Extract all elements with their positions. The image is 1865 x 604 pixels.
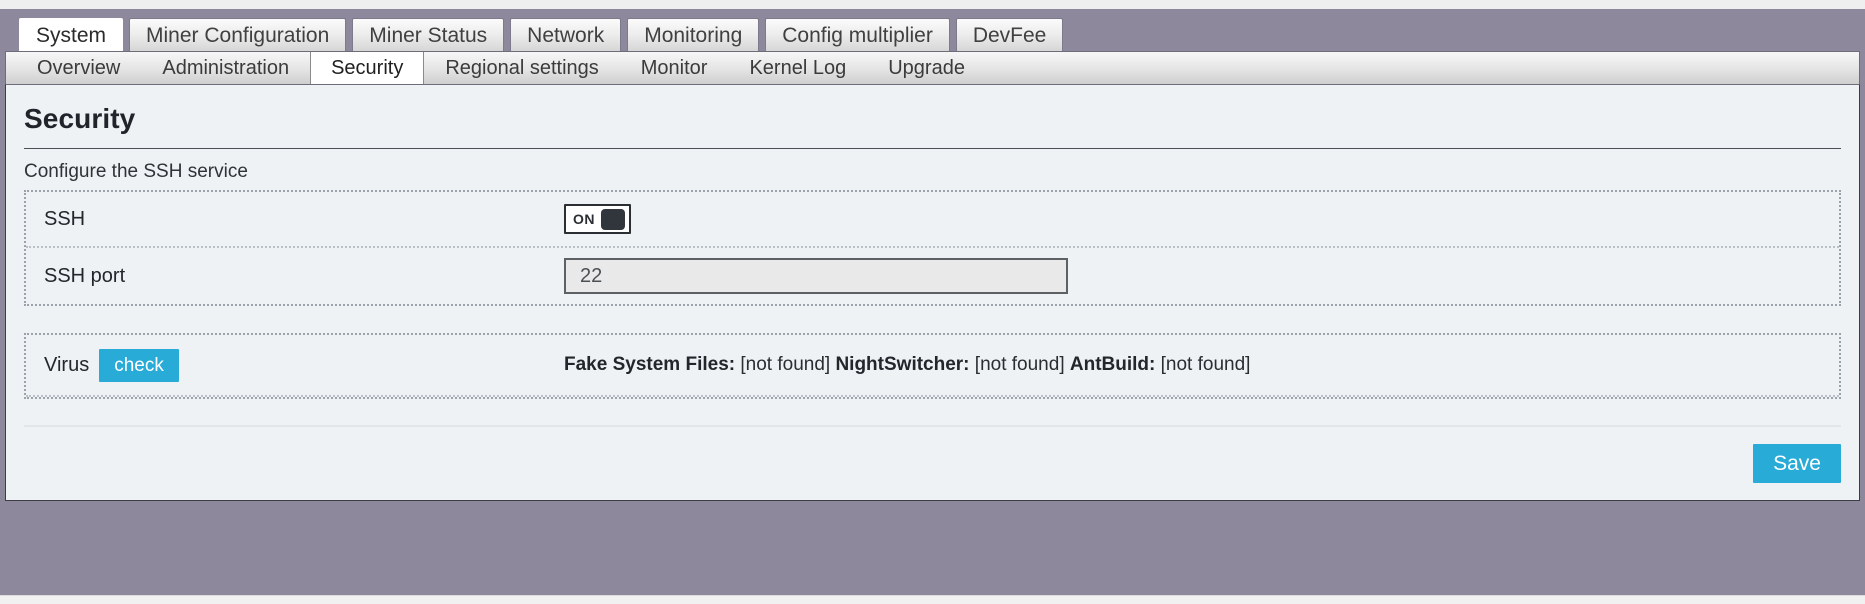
sub-tab-overview[interactable]: Overview: [16, 52, 141, 84]
virus-status-text: Fake System Files: [not found] NightSwit…: [564, 354, 1250, 376]
app-bottom-strip: [0, 501, 1865, 529]
sub-tab-monitor[interactable]: Monitor: [620, 52, 729, 84]
save-button[interactable]: Save: [1753, 444, 1841, 483]
sub-tab-bar: Overview Administration Security Regiona…: [5, 51, 1860, 84]
main-tab-miner-configuration[interactable]: Miner Configuration: [129, 18, 347, 51]
main-tab-miner-status[interactable]: Miner Status: [352, 18, 505, 51]
main-tab-config-multiplier[interactable]: Config multiplier: [765, 18, 950, 51]
sub-tab-administration[interactable]: Administration: [141, 52, 310, 84]
ssh-settings-fieldset: SSH ON SSH port: [24, 190, 1841, 306]
virus-control-group: Virus check: [44, 348, 564, 382]
sub-tab-kernel-log[interactable]: Kernel Log: [728, 52, 867, 84]
ssh-port-row: SSH port: [26, 248, 1839, 304]
sub-tab-security[interactable]: Security: [310, 52, 425, 84]
main-tab-devfee[interactable]: DevFee: [955, 18, 1064, 51]
footer-actions: Save: [24, 427, 1841, 483]
page-title: Security: [24, 103, 136, 134]
main-tab-system[interactable]: System: [19, 18, 124, 51]
main-tab-bar: System Miner Configuration Miner Status …: [0, 9, 1865, 51]
virus-result-value-1: [not found]: [974, 354, 1065, 375]
app-chrome: System Miner Configuration Miner Status …: [0, 9, 1865, 595]
virus-result-value-0: [not found]: [740, 354, 831, 375]
content-inner: Security Configure the SSH service SSH O…: [6, 103, 1859, 483]
sub-tab-regional-settings[interactable]: Regional settings: [424, 52, 619, 84]
ssh-toggle-state-label: ON: [573, 211, 595, 227]
ssh-toggle[interactable]: ON: [564, 204, 631, 234]
virus-fieldset: Virus check Fake System Files: [not foun…: [24, 333, 1841, 399]
virus-result-name-0: Fake System Files:: [564, 354, 736, 375]
ssh-port-field: [564, 258, 1839, 294]
virus-label: Virus: [44, 353, 90, 376]
ssh-enable-row: SSH ON: [26, 192, 1839, 248]
ssh-port-label: SSH port: [44, 264, 126, 287]
section-legend: Configure the SSH service: [24, 161, 248, 182]
content-panel: Security Configure the SSH service SSH O…: [5, 84, 1860, 501]
virus-result-name-1: NightSwitcher:: [835, 354, 970, 375]
virus-result-value-2: [not found]: [1160, 354, 1251, 375]
virus-result-name-2: AntBuild:: [1069, 354, 1156, 375]
sub-tab-upgrade[interactable]: Upgrade: [867, 52, 986, 84]
ssh-enable-label: SSH: [44, 207, 86, 230]
title-divider: [24, 148, 1841, 149]
viewport: System Miner Configuration Miner Status …: [0, 0, 1865, 604]
main-tab-network[interactable]: Network: [510, 18, 622, 51]
ssh-enable-field: ON: [564, 204, 1839, 234]
ssh-toggle-knob: [601, 208, 625, 230]
main-tab-monitoring[interactable]: Monitoring: [627, 18, 760, 51]
fieldset-gap: [24, 306, 1841, 333]
virus-check-row: Virus check Fake System Files: [not foun…: [26, 335, 1839, 397]
virus-check-button[interactable]: check: [99, 348, 179, 382]
ssh-port-input[interactable]: [564, 258, 1068, 294]
